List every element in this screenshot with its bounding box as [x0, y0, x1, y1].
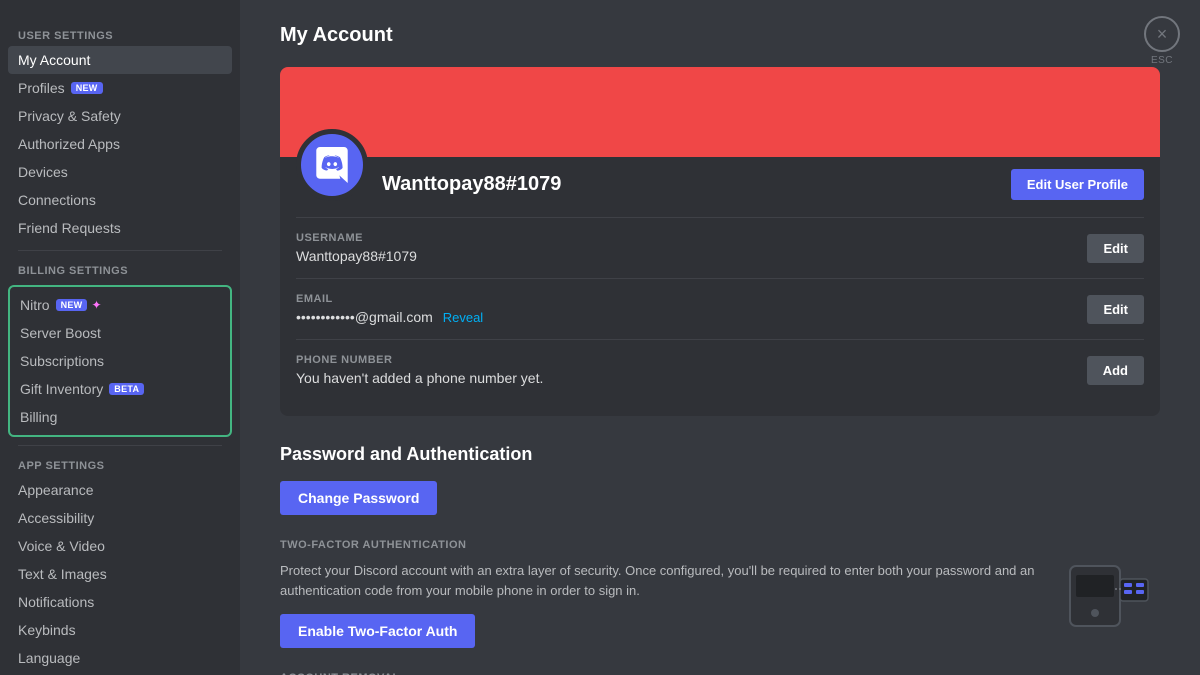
sidebar-item-text-images[interactable]: Text & Images	[8, 560, 232, 588]
sidebar-item-privacy-safety[interactable]: Privacy & Safety	[8, 102, 232, 130]
profile-info-row: Wanttopay88#1079 Edit User Profile	[280, 157, 1160, 217]
sidebar-item-label-friend-requests: Friend Requests	[18, 220, 121, 236]
sidebar-item-label-subscriptions: Subscriptions	[20, 353, 104, 369]
sidebar-item-label-privacy-safety: Privacy & Safety	[18, 108, 121, 124]
email-field-content: EMAIL ••••••••••••@gmail.com Reveal	[296, 293, 1087, 325]
email-edit-button[interactable]: Edit	[1087, 295, 1144, 324]
email-value: ••••••••••••@gmail.com Reveal	[296, 309, 1087, 325]
sidebar-item-label-appearance: Appearance	[18, 482, 94, 498]
user-settings-header: User Settings	[8, 24, 232, 46]
sidebar-item-billing[interactable]: Billing	[10, 403, 230, 431]
sidebar-item-label-notifications: Notifications	[18, 594, 94, 610]
two-factor-text: Protect your Discord account with an ext…	[280, 561, 1040, 600]
sidebar-item-label-accessibility: Accessibility	[18, 510, 94, 526]
badge-gift-inventory: BETA	[109, 383, 144, 395]
password-section: Password and Authentication Change Passw…	[280, 444, 1160, 648]
email-field-row: EMAIL ••••••••••••@gmail.com Reveal Edit	[296, 278, 1144, 339]
username-field-row: USERNAME Wanttopay88#1079 Edit	[296, 217, 1144, 278]
sidebar-item-label-text-images: Text & Images	[18, 566, 107, 582]
avatar	[296, 129, 368, 201]
page-title: My Account	[280, 24, 1160, 47]
sidebar-item-devices[interactable]: Devices	[8, 158, 232, 186]
close-icon[interactable]: ×	[1144, 16, 1180, 52]
phone-label: PHONE NUMBER	[296, 354, 1087, 366]
change-password-button[interactable]: Change Password	[280, 481, 437, 515]
enable-2fa-button[interactable]: Enable Two-Factor Auth	[280, 614, 475, 648]
close-button-wrapper[interactable]: × ESC	[1144, 16, 1180, 66]
sidebar-item-label-nitro: Nitro	[20, 297, 50, 313]
sidebar-item-label-server-boost: Server Boost	[20, 325, 101, 341]
discord-logo-icon	[310, 143, 354, 187]
email-reveal-link[interactable]: Reveal	[443, 310, 483, 325]
badge-profiles: NEW	[71, 82, 103, 94]
two-factor-illustration	[1060, 561, 1160, 631]
nitro-sparkle-icon: ✦	[91, 298, 101, 312]
sidebar-item-label-language: Language	[18, 650, 80, 666]
fields-section: USERNAME Wanttopay88#1079 Edit EMAIL •••…	[280, 217, 1160, 416]
sidebar-item-authorized-apps[interactable]: Authorized Apps	[8, 130, 232, 158]
main-content: × ESC My Account Wanttopay88#1079 Edit U…	[240, 0, 1200, 675]
sidebar-item-appearance[interactable]: Appearance	[8, 476, 232, 504]
sidebar-item-nitro[interactable]: Nitro NEW✦	[10, 291, 230, 319]
profile-card: Wanttopay88#1079 Edit User Profile USERN…	[280, 67, 1160, 416]
sidebar-item-label-keybinds: Keybinds	[18, 622, 76, 638]
edit-profile-button[interactable]: Edit User Profile	[1011, 169, 1144, 200]
sidebar-item-accessibility[interactable]: Accessibility	[8, 504, 232, 532]
sidebar: User Settings My Account Profiles NEW Priva…	[0, 0, 240, 675]
billing-section-box: Nitro NEW✦ Server Boost Subscriptions Gift I…	[8, 285, 232, 437]
phone-add-button[interactable]: Add	[1087, 356, 1144, 385]
sidebar-divider-1	[18, 250, 222, 251]
username-value: Wanttopay88#1079	[296, 248, 1087, 264]
sidebar-item-keybinds[interactable]: Keybinds	[8, 616, 232, 644]
two-factor-section: TWO-FACTOR AUTHENTICATION Protect your D…	[280, 539, 1160, 648]
app-settings-header: App Settings	[8, 454, 232, 476]
username-display: Wanttopay88#1079	[382, 163, 1011, 196]
sidebar-item-label-connections: Connections	[18, 192, 96, 208]
billing-settings-header: Billing Settings	[8, 259, 232, 281]
badge-nitro: NEW	[56, 299, 88, 311]
esc-label: ESC	[1151, 55, 1173, 66]
sidebar-item-my-account[interactable]: My Account	[8, 46, 232, 74]
sidebar-item-label-authorized-apps: Authorized Apps	[18, 136, 120, 152]
sidebar-item-gift-inventory[interactable]: Gift Inventory BETA	[10, 375, 230, 403]
sidebar-item-connections[interactable]: Connections	[8, 186, 232, 214]
sidebar-item-language[interactable]: Language	[8, 644, 232, 672]
sidebar-item-server-boost[interactable]: Server Boost	[10, 319, 230, 347]
phone-field-row: PHONE NUMBER You haven't added a phone n…	[296, 339, 1144, 400]
sidebar-item-label-profiles: Profiles	[18, 80, 65, 96]
two-factor-header: TWO-FACTOR AUTHENTICATION	[280, 539, 1160, 551]
email-label: EMAIL	[296, 293, 1087, 305]
sidebar-item-subscriptions[interactable]: Subscriptions	[10, 347, 230, 375]
sidebar-item-friend-requests[interactable]: Friend Requests	[8, 214, 232, 242]
profile-banner	[280, 67, 1160, 157]
two-factor-body: Protect your Discord account with an ext…	[280, 561, 1160, 648]
phone-field-content: PHONE NUMBER You haven't added a phone n…	[296, 354, 1087, 386]
email-masked: ••••••••••••@gmail.com	[296, 309, 433, 325]
phone-value: You haven't added a phone number yet.	[296, 370, 1087, 386]
sidebar-item-label-my-account: My Account	[18, 52, 90, 68]
two-factor-text-col: Protect your Discord account with an ext…	[280, 561, 1040, 648]
sidebar-divider-2	[18, 445, 222, 446]
password-section-title: Password and Authentication	[280, 444, 1160, 465]
sidebar-item-notifications[interactable]: Notifications	[8, 588, 232, 616]
sidebar-item-profiles[interactable]: Profiles NEW	[8, 74, 232, 102]
sidebar-item-label-billing: Billing	[20, 409, 57, 425]
sidebar-item-label-gift-inventory: Gift Inventory	[20, 381, 103, 397]
sidebar-item-voice-video[interactable]: Voice & Video	[8, 532, 232, 560]
sidebar-item-label-devices: Devices	[18, 164, 68, 180]
username-label: USERNAME	[296, 232, 1087, 244]
username-field-content: USERNAME Wanttopay88#1079	[296, 232, 1087, 264]
username-edit-button[interactable]: Edit	[1087, 234, 1144, 263]
sidebar-item-label-voice-video: Voice & Video	[18, 538, 105, 554]
